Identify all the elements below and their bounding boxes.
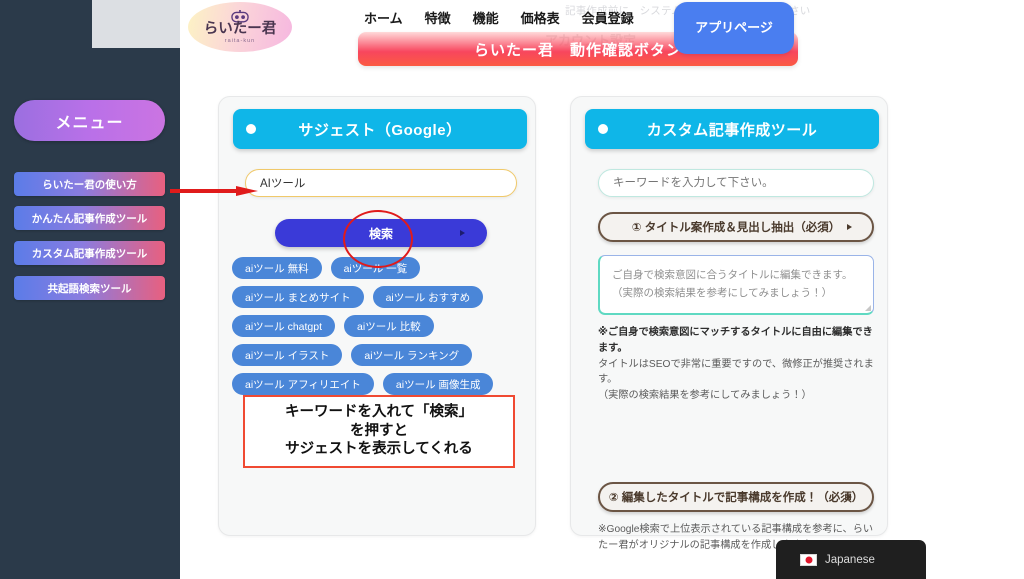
logo-text-romaji: raita-kun bbox=[224, 37, 256, 44]
suggest-tag[interactable]: aiツール 無料 bbox=[232, 257, 322, 279]
sidebar: メニュー らいたー君の使い方 かんたん記事作成ツール カスタム記事作成ツール 共… bbox=[0, 0, 180, 579]
caret-right-icon bbox=[847, 494, 852, 500]
step2-create-structure-button[interactable]: ② 編集したタイトルで記事構成を作成！（必須） bbox=[598, 482, 874, 512]
suggest-tag[interactable]: aiツール おすすめ bbox=[372, 286, 484, 308]
page-root: メニュー らいたー君の使い方 かんたん記事作成ツール カスタム記事作成ツール 共… bbox=[0, 0, 1024, 579]
red-arrow-annotation bbox=[170, 186, 258, 196]
japan-flag-icon bbox=[800, 553, 817, 566]
annotation-line-2: を押すと bbox=[350, 422, 408, 439]
custom-card-title: カスタム記事作成ツール bbox=[646, 121, 818, 139]
language-widget[interactable]: Japanese bbox=[776, 540, 926, 579]
suggest-card-header: サジェスト（Google） bbox=[233, 109, 527, 149]
sidebar-item-custom-article-tool[interactable]: カスタム記事作成ツール bbox=[14, 241, 165, 265]
sidebar-item-easy-article-tool[interactable]: かんたん記事作成ツール bbox=[14, 206, 165, 230]
nav-features[interactable]: 特徴 bbox=[425, 8, 451, 27]
bullet-dot-icon bbox=[246, 124, 256, 134]
primary-navigation: ホーム 特徴 機能 価格表 会員登録 bbox=[364, 8, 634, 27]
step1-label: ① タイトル案作成＆見出し抽出（必須） bbox=[631, 222, 841, 234]
bullet-dot-icon bbox=[598, 124, 608, 134]
nav-functions[interactable]: 機能 bbox=[473, 8, 499, 27]
custom-keyword-input[interactable] bbox=[598, 169, 874, 197]
annotation-line-3: サジェストを表示してくれる bbox=[285, 441, 473, 458]
red-circle-annotation bbox=[343, 210, 413, 268]
nav-signup[interactable]: 会員登録 bbox=[582, 8, 634, 27]
custom-note-1-bold: ※ご自身で検索意図にマッチするタイトルに自由に編集できます。 bbox=[598, 327, 873, 354]
annotation-line-1: キーワードを入れて「検索」 bbox=[284, 404, 474, 420]
suggest-tag[interactable]: aiツール イラスト bbox=[232, 344, 343, 366]
suggest-tag[interactable]: aiツール ランキング bbox=[351, 344, 473, 366]
custom-note-1: ※ご自身で検索意図にマッチするタイトルに自由に編集できます。 タイトルはSEOで… bbox=[598, 325, 878, 404]
language-label: Japanese bbox=[825, 553, 875, 566]
gray-placeholder-block bbox=[92, 0, 180, 48]
step1-title-extract-button[interactable]: ① タイトル案作成＆見出し抽出（必須） bbox=[598, 212, 874, 242]
custom-article-card: カスタム記事作成ツール ① タイトル案作成＆見出し抽出（必須） ご自身で検索意図… bbox=[570, 96, 888, 551]
suggest-card-title: サジェスト（Google） bbox=[298, 121, 462, 139]
suggest-tag[interactable]: aiツール 画像生成 bbox=[382, 373, 494, 395]
app-page-button[interactable]: アプリページ bbox=[674, 2, 794, 54]
suggest-tag[interactable]: aiツール chatgpt bbox=[232, 315, 336, 337]
main-content: サジェスト（Google） AIツール 検索 aiツール 無料 aiツール 一覧… bbox=[180, 62, 1024, 579]
suggest-tag[interactable]: aiツール まとめサイト bbox=[232, 286, 364, 308]
custom-note-1-rest: タイトルはSEOで非常に重要ですので、微修正が推奨されます。 bbox=[598, 358, 874, 386]
logo-text-jp: らいたー君 bbox=[203, 21, 277, 38]
textarea-hint-line-1: ご自身で検索意図に合うタイトルに編集できます。 bbox=[612, 269, 853, 281]
sidebar-menu-button[interactable]: メニュー bbox=[14, 100, 165, 141]
suggest-tag[interactable]: aiツール アフィリエイト bbox=[232, 373, 374, 395]
header: 記事作成前に、システム稼働中か必ずご確認下さい らいたー君 raita-kun … bbox=[180, 0, 1024, 66]
custom-card-header: カスタム記事作成ツール bbox=[585, 109, 879, 149]
caret-right-icon bbox=[847, 224, 852, 230]
suggest-annotation-box: キーワードを入れて「検索」 を押すと サジェストを表示してくれる bbox=[243, 395, 515, 468]
sidebar-item-usage[interactable]: らいたー君の使い方 bbox=[14, 172, 165, 196]
nav-home[interactable]: ホーム bbox=[364, 8, 403, 27]
title-edit-textarea[interactable]: ご自身で検索意図に合うタイトルに編集できます。 （実際の検索結果を参考にしてみま… bbox=[598, 255, 874, 315]
textarea-hint-line-2: （実際の検索結果を参考にしてみましょう！） bbox=[612, 287, 833, 300]
caret-right-icon bbox=[460, 230, 465, 236]
suggest-tag-list: aiツール 無料 aiツール 一覧 aiツール まとめサイト aiツール おすす… bbox=[232, 257, 527, 395]
sidebar-item-cooccurrence-tool[interactable]: 共起語検索ツール bbox=[14, 276, 165, 300]
step2-label: ② 編集したタイトルで記事構成を作成！（必須） bbox=[608, 492, 864, 504]
suggest-tag[interactable]: aiツール 比較 bbox=[344, 315, 434, 337]
suggest-card: サジェスト（Google） AIツール 検索 aiツール 無料 aiツール 一覧… bbox=[218, 96, 536, 536]
site-logo[interactable]: らいたー君 raita-kun bbox=[188, 2, 292, 52]
suggest-keyword-input[interactable]: AIツール bbox=[245, 169, 517, 197]
nav-pricing[interactable]: 価格表 bbox=[521, 8, 560, 27]
custom-note-1-paren: （実際の検索結果を参考にしてみましょう！） bbox=[598, 390, 812, 402]
